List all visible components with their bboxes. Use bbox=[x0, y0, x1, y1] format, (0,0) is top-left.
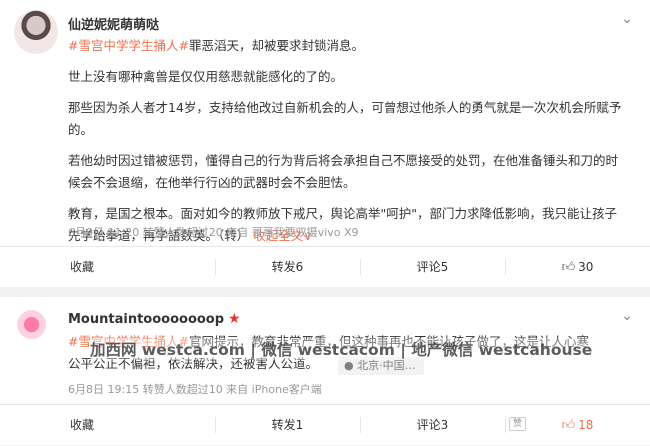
weibo-post-2: Mountaintoooooooop ★ ⌄ #雪宫中学学生捅人#官网提示，教育非… bbox=[0, 297, 650, 445]
favorite-button[interactable]: 收藏 bbox=[0, 247, 215, 287]
favorite-button[interactable]: 收藏 bbox=[0, 405, 215, 445]
action-bar: 收藏 转发1 评论3 👍︎ 18 bbox=[0, 404, 650, 445]
comment-button[interactable]: 评论5 bbox=[360, 247, 505, 287]
post-meta: 6月8日 19:15 转赞人数超过10 来自 iPhone客户端 bbox=[68, 383, 322, 396]
post-meta: 6月9日 11:20 转赞人数超过20 来自 哥哥我要双摄vivo X9 bbox=[68, 226, 359, 239]
post-text: 罪恶滔天，却被要求封锁消息。 bbox=[188, 38, 364, 53]
weibo-post-1: 仙逆妮妮萌萌哒 ⌄ #雪宫中学学生捅人#罪恶滔天，却被要求封锁消息。 世上没有哪… bbox=[0, 0, 650, 287]
post-text: 若他幼时因过错被惩罚，懂得自己的行为背后将会承担自己不愿接受的处罚，在他准备锤头… bbox=[68, 153, 619, 190]
author-name[interactable]: 仙逆妮妮萌萌哒 bbox=[68, 14, 159, 33]
watermark-text: 加西网 westca.com | 微信 westcacom | 地产微信 wes… bbox=[90, 338, 593, 360]
author-name[interactable]: Mountaintoooooooop ★ bbox=[68, 311, 241, 327]
comment-button[interactable]: 评论3 bbox=[360, 405, 505, 445]
chevron-down-icon[interactable]: ⌄ bbox=[618, 10, 636, 28]
like-button[interactable]: 👍︎ 18 bbox=[505, 405, 650, 445]
like-button[interactable]: 👍︎ 30 bbox=[505, 247, 650, 287]
map-pin-icon: ● bbox=[344, 359, 354, 372]
praise-badge: 赞 bbox=[508, 417, 526, 431]
thumbs-up-icon: 👍︎ bbox=[561, 418, 576, 433]
post-text: 那些因为杀人者才14岁，支持给他改过自新机会的人，可曾想过他杀人的勇气就是一次次… bbox=[68, 100, 622, 137]
repost-button[interactable]: 转发6 bbox=[215, 247, 360, 287]
repost-button[interactable]: 转发1 bbox=[215, 405, 360, 445]
post-content: #雪宫中学学生捅人#罪恶滔天，却被要求封锁消息。 世上没有哪种禽兽是仅仅用慈悲就… bbox=[68, 35, 626, 256]
action-bar: 收藏 转发6 评论5 👍︎ 30 bbox=[0, 246, 650, 287]
avatar[interactable] bbox=[14, 10, 58, 54]
post-text: 世上没有哪种禽兽是仅仅用慈悲就能感化的了的。 bbox=[68, 69, 344, 84]
thumbs-up-icon: 👍︎ bbox=[561, 260, 576, 275]
star-icon: ★ bbox=[228, 311, 241, 327]
chevron-down-icon[interactable]: ⌄ bbox=[618, 307, 636, 325]
avatar[interactable] bbox=[14, 307, 58, 351]
hashtag-link[interactable]: #雪宫中学学生捅人# bbox=[68, 38, 189, 53]
